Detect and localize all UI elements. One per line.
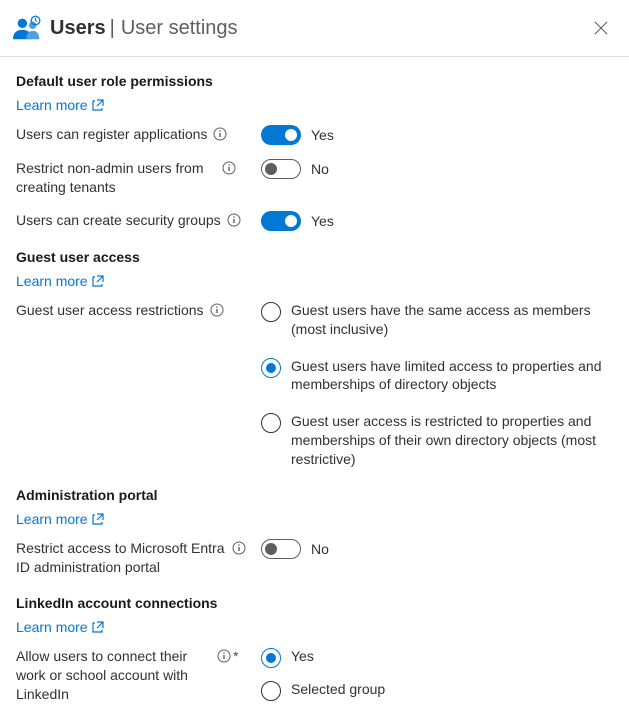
- radio-option-guest-limited[interactable]: Guest users have limited access to prope…: [261, 357, 613, 395]
- setting-label: Allow users to connect their work or sch…: [16, 647, 211, 704]
- learn-more-label: Learn more: [16, 511, 88, 527]
- toggle-control: Yes: [261, 211, 334, 231]
- close-button[interactable]: [589, 16, 613, 40]
- learn-more-link[interactable]: Learn more: [16, 619, 104, 635]
- setting-linkedin-connect: Allow users to connect their work or sch…: [16, 647, 613, 704]
- external-link-icon: [92, 99, 104, 111]
- section-default-role: Default user role permissions Learn more…: [16, 73, 613, 231]
- radio-icon: [261, 413, 281, 433]
- radio-option-linkedin-selected-group[interactable]: Selected group: [261, 680, 385, 701]
- title-separator: |: [110, 17, 115, 40]
- toggle-value: No: [311, 541, 329, 557]
- section-linkedin: LinkedIn account connections Learn more …: [16, 595, 613, 704]
- external-link-icon: [92, 513, 104, 525]
- radio-group-linkedin: Yes Selected group: [261, 647, 385, 701]
- setting-guest-restrictions: Guest user access restrictions Guest use…: [16, 301, 613, 469]
- setting-restrict-admin-portal: Restrict access to Microsoft Entra ID ad…: [16, 539, 613, 577]
- info-icon[interactable]: [213, 127, 227, 141]
- settings-content: Default user role permissions Learn more…: [0, 57, 629, 703]
- section-heading: Default user role permissions: [16, 73, 613, 89]
- radio-label: Guest user access is restricted to prope…: [291, 412, 613, 469]
- learn-more-label: Learn more: [16, 619, 88, 635]
- section-guest-access: Guest user access Learn more Guest user …: [16, 249, 613, 469]
- info-icon[interactable]: [217, 649, 231, 663]
- toggle-value: Yes: [311, 213, 334, 229]
- radio-icon: [261, 302, 281, 322]
- radio-label: Guest users have the same access as memb…: [291, 301, 613, 339]
- info-icon[interactable]: [232, 541, 246, 555]
- radio-label: Guest users have limited access to prope…: [291, 357, 613, 395]
- toggle-restrict-admin[interactable]: [261, 539, 301, 559]
- toggle-value: No: [311, 161, 329, 177]
- toggle-control: Yes: [261, 125, 334, 145]
- close-icon: [594, 21, 608, 35]
- setting-label: Users can register applications: [16, 125, 207, 144]
- learn-more-label: Learn more: [16, 273, 88, 289]
- setting-label-wrap: Users can register applications: [16, 125, 261, 144]
- section-admin-portal: Administration portal Learn more Restric…: [16, 487, 613, 577]
- required-asterisk: *: [233, 648, 238, 664]
- setting-label-wrap: Restrict non-admin users from creating t…: [16, 159, 261, 197]
- setting-label: Restrict non-admin users from creating t…: [16, 159, 216, 197]
- radio-label: Yes: [291, 647, 314, 666]
- setting-label-wrap: Users can create security groups: [16, 211, 261, 230]
- toggle-register-apps[interactable]: [261, 125, 301, 145]
- external-link-icon: [92, 275, 104, 287]
- radio-group-guest: Guest users have the same access as memb…: [261, 301, 613, 469]
- radio-icon: [261, 648, 281, 668]
- radio-option-guest-same[interactable]: Guest users have the same access as memb…: [261, 301, 613, 339]
- setting-security-groups: Users can create security groups Yes: [16, 211, 613, 231]
- radio-label: Selected group: [291, 680, 385, 699]
- info-icon[interactable]: [210, 303, 224, 317]
- section-heading: LinkedIn account connections: [16, 595, 613, 611]
- learn-more-link[interactable]: Learn more: [16, 273, 104, 289]
- section-heading: Guest user access: [16, 249, 613, 265]
- info-icon[interactable]: [227, 213, 241, 227]
- setting-restrict-tenants: Restrict non-admin users from creating t…: [16, 159, 613, 197]
- section-heading: Administration portal: [16, 487, 613, 503]
- info-icon[interactable]: [222, 161, 236, 175]
- page-subtitle: User settings: [121, 17, 238, 40]
- learn-more-link[interactable]: Learn more: [16, 97, 104, 113]
- setting-register-apps: Users can register applications Yes: [16, 125, 613, 145]
- toggle-control: No: [261, 539, 329, 559]
- setting-label: Guest user access restrictions: [16, 301, 204, 320]
- radio-option-guest-restricted[interactable]: Guest user access is restricted to prope…: [261, 412, 613, 469]
- setting-label-wrap: Restrict access to Microsoft Entra ID ad…: [16, 539, 261, 577]
- radio-option-linkedin-yes[interactable]: Yes: [261, 647, 385, 668]
- page-header: Users | User settings: [0, 0, 629, 57]
- learn-more-link[interactable]: Learn more: [16, 511, 104, 527]
- toggle-value: Yes: [311, 127, 334, 143]
- learn-more-label: Learn more: [16, 97, 88, 113]
- external-link-icon: [92, 621, 104, 633]
- setting-label: Users can create security groups: [16, 211, 221, 230]
- users-icon: [12, 12, 44, 44]
- toggle-control: No: [261, 159, 329, 179]
- radio-icon: [261, 358, 281, 378]
- radio-icon: [261, 681, 281, 701]
- setting-label-wrap: Guest user access restrictions: [16, 301, 261, 320]
- toggle-security-groups[interactable]: [261, 211, 301, 231]
- setting-label-wrap: Allow users to connect their work or sch…: [16, 647, 261, 704]
- toggle-restrict-tenants[interactable]: [261, 159, 301, 179]
- page-title: Users: [50, 17, 106, 40]
- setting-label: Restrict access to Microsoft Entra ID ad…: [16, 539, 226, 577]
